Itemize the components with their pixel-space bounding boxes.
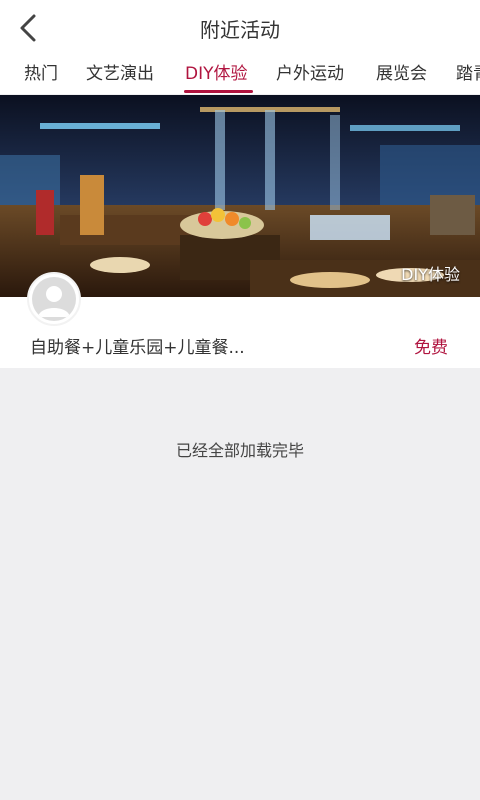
tab-performance[interactable]: 文艺演出	[86, 62, 154, 86]
category-tabs: 热门 文艺演出 DIY体验 户外运动 展览会 踏青	[0, 56, 480, 94]
user-avatar-icon	[32, 277, 76, 321]
activity-title: 自助餐+儿童乐园+儿童餐...	[30, 338, 245, 358]
activity-banner-image[interactable]: DIY体验	[0, 95, 480, 297]
active-tab-indicator	[184, 90, 253, 93]
activity-card[interactable]: DIY体验 自助餐+儿童乐园+儿童餐... 免费	[0, 95, 480, 368]
page-title: 附近活动	[200, 18, 280, 42]
tab-outdoor[interactable]: 户外运动	[276, 62, 344, 86]
category-tag: DIY体验	[401, 265, 460, 284]
app-root: 附近活动 热门 文艺演出 DIY体验 户外运动 展览会 踏青	[0, 0, 480, 800]
activity-price: 免费	[414, 338, 448, 358]
load-complete-text: 已经全部加载完毕	[175, 441, 304, 460]
tab-exhibition[interactable]: 展览会	[376, 62, 427, 86]
tab-hot[interactable]: 热门	[24, 62, 58, 86]
tab-diy[interactable]: DIY体验	[185, 62, 248, 86]
host-avatar[interactable]	[27, 272, 81, 326]
top-bar: 附近活动	[0, 0, 480, 56]
tab-outing[interactable]: 踏青	[456, 62, 480, 86]
